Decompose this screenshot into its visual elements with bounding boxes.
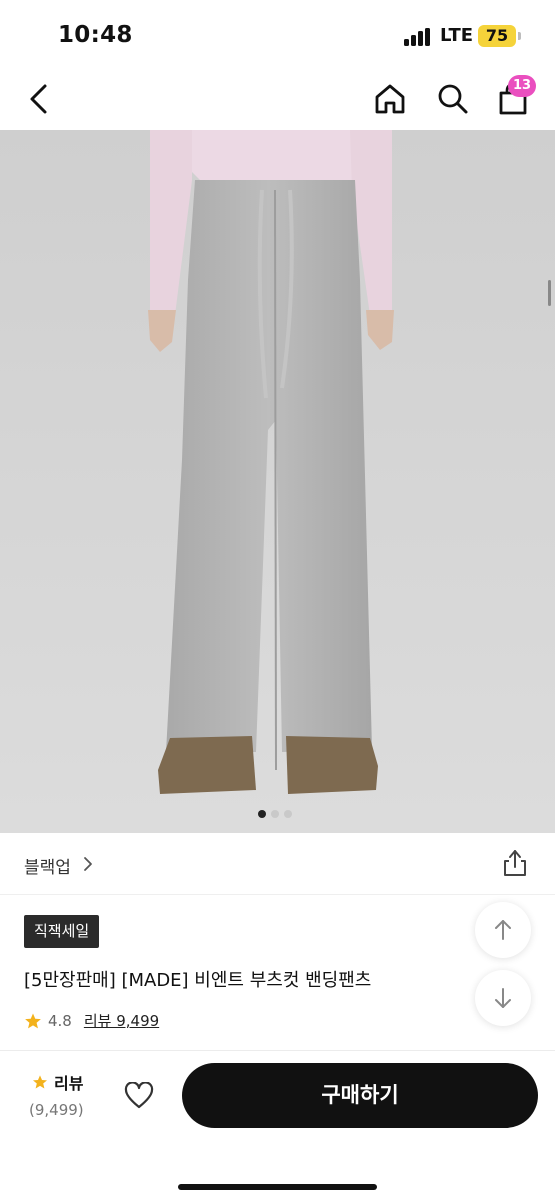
star-icon xyxy=(33,1075,47,1089)
cart-count-badge: 13 xyxy=(508,75,536,97)
chevron-right-icon[interactable] xyxy=(82,855,94,873)
battery-icon: 75 xyxy=(478,25,516,47)
review-count: (9,499) xyxy=(29,1101,84,1119)
back-icon[interactable] xyxy=(24,82,54,116)
rating-row: 4.8 리뷰 9,499 xyxy=(24,1010,159,1031)
scroll-bottom-button[interactable] xyxy=(475,970,531,1026)
product-image[interactable] xyxy=(0,130,555,833)
review-summary[interactable]: 리뷰 xyxy=(32,1070,83,1094)
brand-link[interactable]: 블랙업 xyxy=(24,853,71,878)
home-icon[interactable] xyxy=(373,82,407,116)
heart-icon[interactable] xyxy=(124,1082,154,1110)
gallery-pagination xyxy=(258,810,292,818)
status-bar: 10:48 LTE 75 xyxy=(0,0,555,72)
brand-row: 블랙업 xyxy=(0,833,555,895)
buy-button[interactable]: 구매하기 xyxy=(182,1063,538,1128)
gallery-dot xyxy=(284,810,292,818)
rating-score: 4.8 xyxy=(48,1011,72,1030)
arrow-down-icon xyxy=(495,988,511,1008)
share-icon[interactable] xyxy=(501,848,529,878)
gallery-dot xyxy=(271,810,279,818)
sale-badge: 직잭세일 xyxy=(24,915,100,948)
scroll-indicator xyxy=(548,280,551,306)
arrow-up-icon xyxy=(495,920,511,940)
top-nav: 13 xyxy=(0,72,555,130)
home-indicator xyxy=(178,1184,377,1190)
battery-tip xyxy=(518,32,521,40)
gallery-dot xyxy=(258,810,266,818)
product-photo xyxy=(0,130,555,833)
review-label: 리뷰 xyxy=(54,1074,84,1093)
review-link[interactable]: 리뷰 9,499 xyxy=(84,1010,159,1031)
star-icon xyxy=(25,1013,41,1028)
scroll-top-button[interactable] xyxy=(475,902,531,958)
search-icon[interactable] xyxy=(436,82,470,116)
status-time: 10:48 xyxy=(58,22,133,48)
network-type: LTE xyxy=(440,25,474,46)
signal-icon xyxy=(404,28,432,46)
purchase-bar: 리뷰 (9,499) 구매하기 xyxy=(0,1050,555,1200)
product-title: [5만장판매] [MADE] 비엔트 부츠컷 밴딩팬츠 xyxy=(24,970,372,991)
